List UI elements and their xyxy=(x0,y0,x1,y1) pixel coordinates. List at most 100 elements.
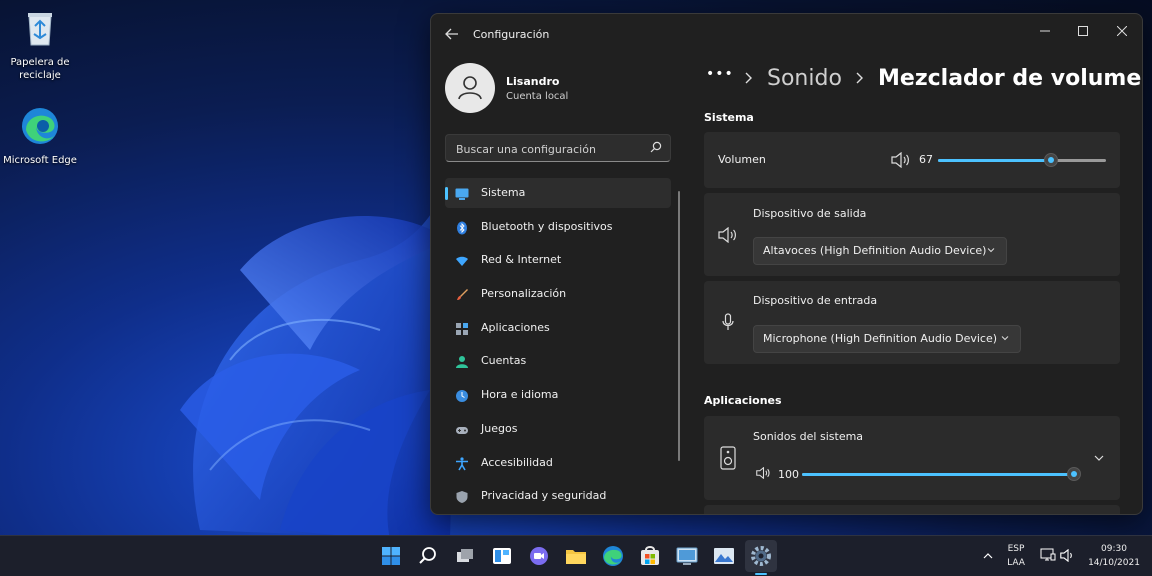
sidebar-nav: Sistema Bluetooth y dispositivos Red & I… xyxy=(445,178,671,514)
chat-icon[interactable] xyxy=(527,544,551,568)
sidebar-item-label: Juegos xyxy=(481,421,518,435)
wifi-icon xyxy=(456,257,468,267)
search-icon xyxy=(650,141,662,153)
language-indicator[interactable]: ESP LAA xyxy=(1004,542,1028,570)
file-explorer-icon[interactable] xyxy=(564,544,588,568)
settings-window: Configuración Lisandro Cuenta local Sist… xyxy=(430,13,1143,515)
sidebar-item-red[interactable]: Red & Internet xyxy=(445,245,671,275)
sidebar-item-aplicaciones[interactable]: Aplicaciones xyxy=(445,313,671,343)
recycle-bin-label: Papelera de reciclaje xyxy=(10,57,70,81)
sidebar-scrollbar[interactable] xyxy=(678,191,680,461)
sidebar-item-sistema[interactable]: Sistema xyxy=(445,178,671,208)
input-device-value: Microphone (High Definition Audio Device… xyxy=(763,332,998,345)
store-icon[interactable] xyxy=(638,544,662,568)
chevron-down-icon xyxy=(1001,336,1009,341)
recycle-bin-icon xyxy=(28,13,52,46)
control-panel-icon[interactable] xyxy=(675,544,699,568)
close-icon xyxy=(1116,25,1128,37)
photos-icon[interactable] xyxy=(712,544,736,568)
input-device-card: Dispositivo de entrada Microphone (High … xyxy=(704,281,1120,364)
gamepad-icon xyxy=(456,426,468,434)
taskbar: ESP LAA 09:30 14/10/2021 xyxy=(0,535,1152,576)
sidebar-item-label: Personalización xyxy=(481,287,567,301)
chevron-down-icon[interactable] xyxy=(1093,452,1105,464)
network-icon[interactable] xyxy=(1040,548,1056,562)
settings-search[interactable] xyxy=(445,134,671,163)
microphone-icon xyxy=(722,313,734,330)
volume-slider[interactable] xyxy=(938,153,1106,167)
clock-globe-icon xyxy=(456,390,468,403)
minimize-button[interactable] xyxy=(1031,20,1059,44)
system-sounds-card: Sonidos del sistema 100 xyxy=(704,416,1120,500)
sidebar-item-accesibilidad[interactable]: Accesibilidad xyxy=(445,448,671,478)
sidebar-item-label: Cuentas xyxy=(481,354,527,368)
person-icon xyxy=(456,356,468,369)
profile-account-type: Cuenta local xyxy=(506,91,569,102)
chevron-down-icon xyxy=(987,248,995,253)
sidebar-item-juegos[interactable]: Juegos xyxy=(445,414,671,444)
title-bar: Configuración xyxy=(431,14,1142,54)
avatar[interactable] xyxy=(445,63,495,113)
sidebar-item-label: Accesibilidad xyxy=(481,455,553,469)
apps-icon xyxy=(456,322,468,335)
task-view-icon[interactable] xyxy=(453,544,477,568)
bluetooth-icon xyxy=(457,221,467,235)
back-arrow-icon[interactable] xyxy=(443,25,461,43)
sidebar-item-personalizacion[interactable]: Personalización xyxy=(445,279,671,309)
clock-time: 09:30 xyxy=(1101,544,1127,554)
volume-icon[interactable] xyxy=(1060,549,1076,562)
sidebar-item-privacidad[interactable]: Privacidad y seguridad xyxy=(445,481,671,511)
recycle-bin-desktop-icon[interactable]: Papelera de reciclaje xyxy=(1,8,79,82)
chevron-up-icon[interactable] xyxy=(982,550,994,562)
next-app-card xyxy=(704,505,1120,514)
sidebar-item-label: Aplicaciones xyxy=(481,320,550,334)
sidebar-item-label: Hora e idioma xyxy=(481,388,559,402)
chevron-right-icon xyxy=(745,72,752,84)
page-title: Mezclador de volumen xyxy=(878,66,1143,91)
sidebar-item-label: Red & Internet xyxy=(481,253,562,267)
system-sounds-slider[interactable] xyxy=(802,467,1081,481)
close-button[interactable] xyxy=(1108,20,1136,44)
search-input[interactable] xyxy=(454,135,648,163)
section-title-sistema: Sistema xyxy=(704,111,754,124)
maximize-icon xyxy=(1078,26,1088,36)
output-device-label: Dispositivo de salida xyxy=(753,207,867,220)
input-device-label: Dispositivo de entrada xyxy=(753,294,878,307)
system-sounds-slider-fill xyxy=(802,473,1074,476)
edge-desktop-icon[interactable]: Microsoft Edge xyxy=(1,106,79,167)
speaker-device-icon xyxy=(720,446,736,470)
speaker-icon[interactable] xyxy=(756,467,771,479)
output-device-dropdown[interactable]: Altavoces (High Definition Audio Device) xyxy=(753,237,1007,265)
sidebar-item-hora[interactable]: Hora e idioma xyxy=(445,380,671,410)
edge-icon[interactable] xyxy=(601,544,625,568)
profile-name: Lisandro xyxy=(506,75,560,88)
window-title: Configuración xyxy=(473,28,550,41)
person-icon xyxy=(458,76,482,100)
edge-label: Microsoft Edge xyxy=(3,155,77,166)
language-code: ESP xyxy=(1007,544,1025,554)
volume-value: 67 xyxy=(919,153,933,166)
input-device-dropdown[interactable]: Microphone (High Definition Audio Device… xyxy=(753,325,1021,353)
clock[interactable]: 09:30 14/10/2021 xyxy=(1085,542,1143,570)
breadcrumb-sonido[interactable]: Sonido xyxy=(767,66,842,91)
breadcrumb-more-button[interactable]: ••• xyxy=(706,66,734,82)
volume-slider-thumb[interactable] xyxy=(1043,153,1058,167)
clock-date: 14/10/2021 xyxy=(1088,558,1140,568)
settings-taskbar-button[interactable] xyxy=(745,540,777,572)
sidebar-item-cuentas[interactable]: Cuentas xyxy=(445,346,671,376)
search-icon[interactable] xyxy=(416,544,440,568)
widgets-icon[interactable] xyxy=(490,544,514,568)
start-icon[interactable] xyxy=(379,544,403,568)
speaker-icon xyxy=(718,227,736,243)
sidebar-item-label: Bluetooth y dispositivos xyxy=(481,219,613,233)
volume-card: Volumen 67 xyxy=(704,132,1120,188)
system-sounds-slider-thumb[interactable] xyxy=(1067,467,1081,481)
output-device-value: Altavoces (High Definition Audio Device) xyxy=(763,244,987,257)
maximize-button[interactable] xyxy=(1069,20,1097,44)
output-device-card: Dispositivo de salida Altavoces (High De… xyxy=(704,193,1120,276)
system-sounds-value: 100 xyxy=(778,468,799,481)
volume-label: Volumen xyxy=(718,153,766,166)
speaker-icon[interactable] xyxy=(891,152,911,168)
settings-icon xyxy=(751,546,771,566)
sidebar-item-bluetooth[interactable]: Bluetooth y dispositivos xyxy=(445,212,671,242)
